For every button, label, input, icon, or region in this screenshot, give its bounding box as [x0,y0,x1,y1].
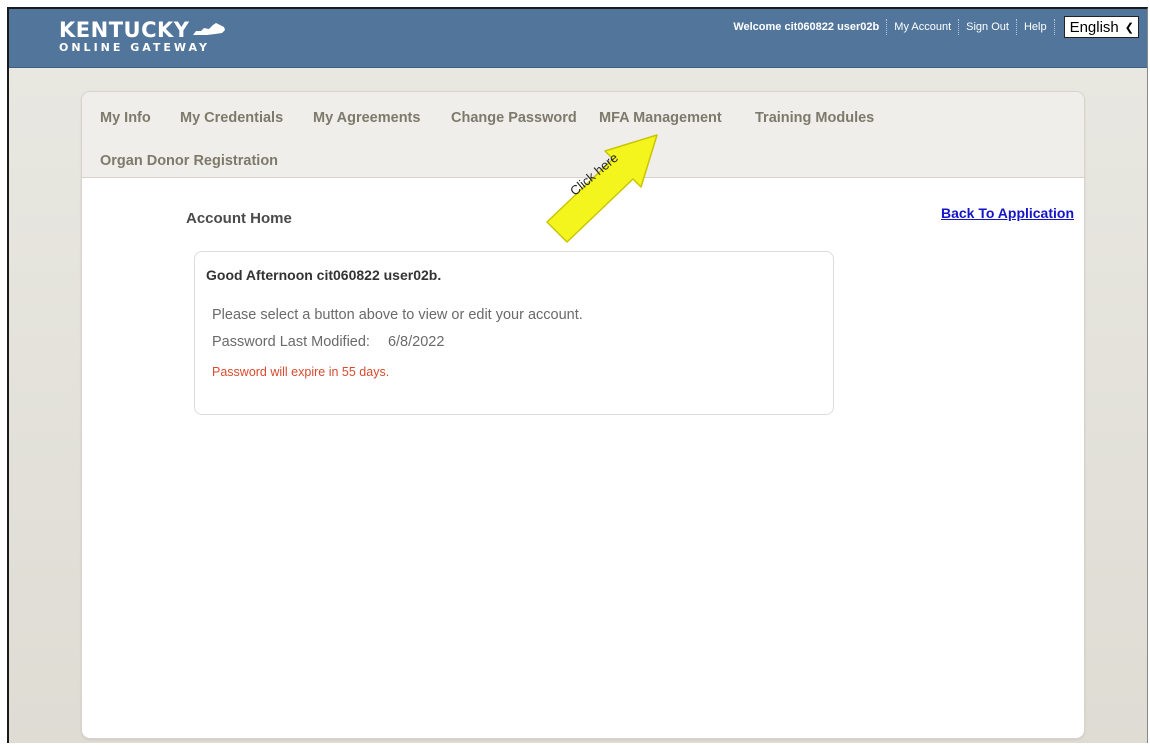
kentucky-map-icon [193,23,226,35]
account-summary-card: Good Afternoon cit060822 user02b. Please… [194,251,834,415]
user-links: Welcome cit060822 user02b My Account Sig… [733,16,1139,38]
logo-subtitle: ONLINE GATEWAY [59,41,210,54]
browser-frame: KENTUCKY ONLINE GATEWAY Welcome cit06082… [7,7,1148,743]
chevron-down-icon: ❮ [1124,21,1134,34]
password-modified-row: Password Last Modified: 6/8/2022 [212,334,444,350]
divider [1015,19,1017,35]
tab-organ-donor-registration[interactable]: Organ Donor Registration [100,153,278,169]
tab-my-credentials[interactable]: My Credentials [180,110,283,126]
password-expire-notice: Password will expire in 55 days. [212,365,390,379]
welcome-text: Welcome cit060822 user02b [733,21,880,33]
sign-out-link[interactable]: Sign Out [966,21,1009,33]
my-account-link[interactable]: My Account [894,21,951,33]
password-modified-label: Password Last Modified: [212,334,370,350]
tab-change-password[interactable]: Change Password [451,110,577,126]
divider [1053,19,1055,35]
back-to-application-link[interactable]: Back To Application [941,205,1074,221]
divider [958,19,960,35]
greeting-text: Good Afternoon cit060822 user02b. [206,267,442,283]
page-title: Account Home [186,210,292,227]
tab-mfa-management[interactable]: MFA Management [599,110,722,126]
instruction-text: Please select a button above to view or … [212,307,583,323]
language-select[interactable]: English ❮ [1063,16,1139,38]
kentucky-online-gateway-logo[interactable]: KENTUCKY ONLINE GATEWAY [59,19,227,54]
account-nav: My Info My Credentials My Agreements Cha… [82,92,1084,178]
tab-training-modules[interactable]: Training Modules [755,110,874,126]
password-modified-value: 6/8/2022 [387,334,445,350]
language-value: English [1069,18,1119,36]
tab-my-info[interactable]: My Info [100,110,151,126]
divider [886,19,888,35]
logo-title: KENTUCKY [59,18,190,42]
top-header: KENTUCKY ONLINE GATEWAY Welcome cit06082… [9,9,1147,68]
tab-my-agreements[interactable]: My Agreements [313,110,420,126]
help-link[interactable]: Help [1024,21,1047,33]
